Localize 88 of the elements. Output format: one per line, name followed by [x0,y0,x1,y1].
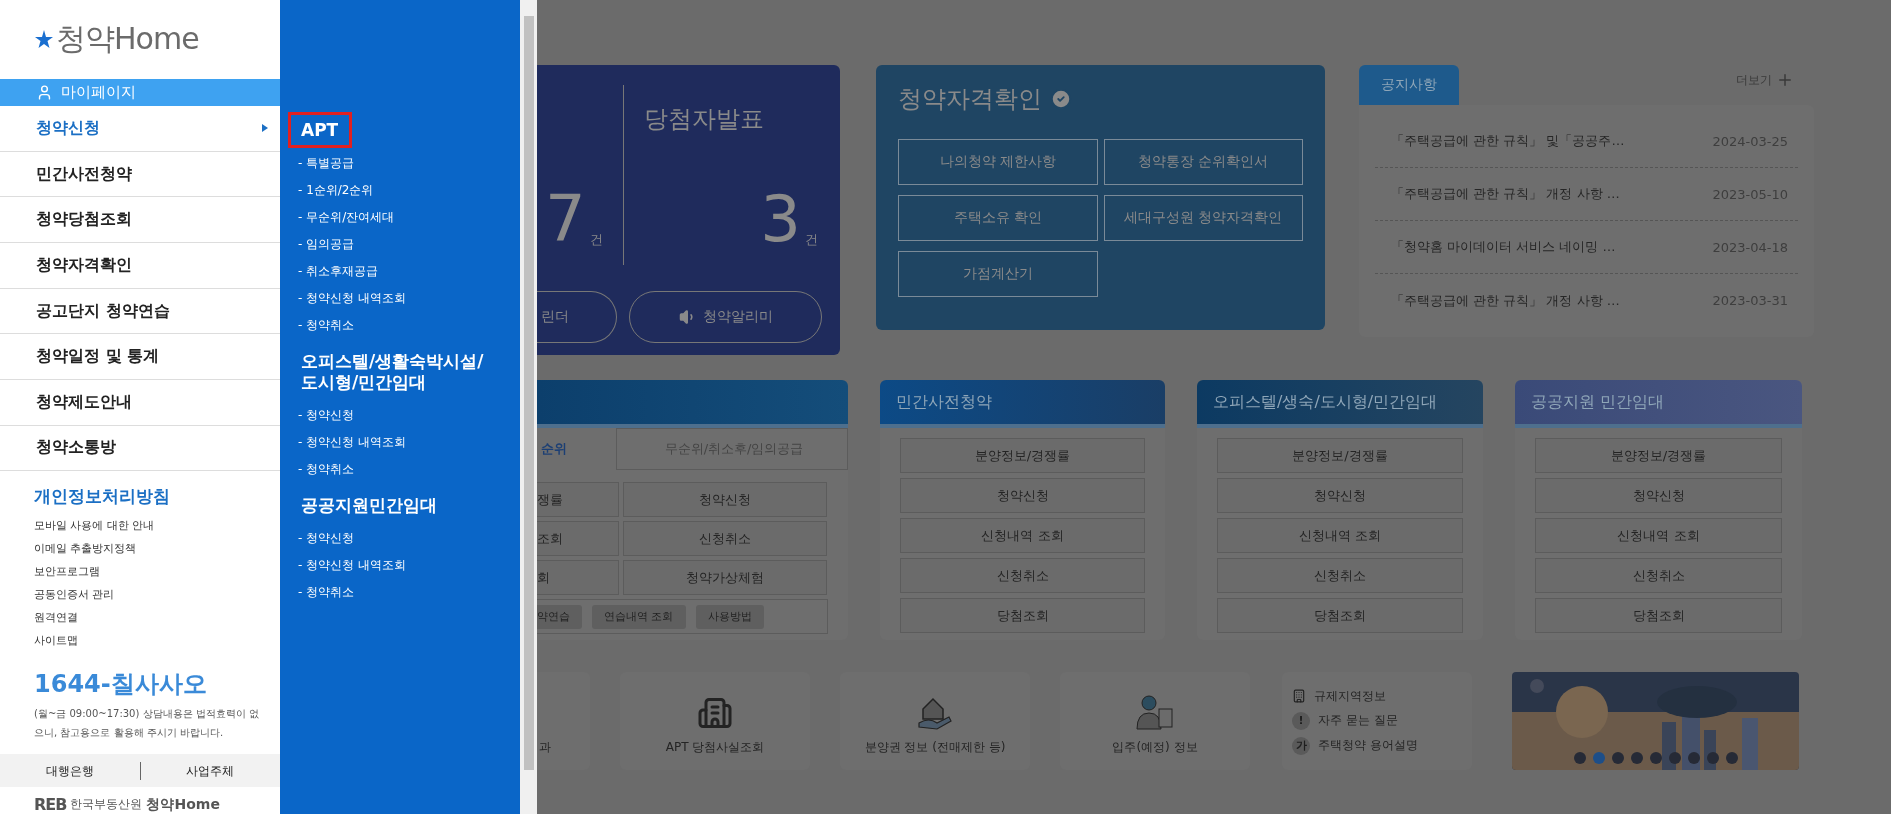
card-title: 공공지원 민간임대 [1531,391,1665,413]
caret-icon [262,124,268,133]
service-button[interactable]: 청약신청 [900,478,1145,513]
footer-link[interactable]: 보안프로그램 [34,560,280,584]
submenu-item[interactable]: - 특별공급 [298,150,520,177]
card-tab[interactable]: 순위 [537,428,617,470]
user-icon [36,84,53,102]
service-button[interactable]: 분양정보/경쟁률 [1217,438,1463,473]
submenu-item[interactable]: - 1순위/2순위 [298,177,520,204]
service-button[interactable]: 당첨조회 [1535,598,1782,633]
org-logo-mark: REB [34,795,67,814]
submenu-heading[interactable]: 오피스텔/생활숙박시설/ 도시형/민간임대 [288,343,498,400]
service-button[interactable]: 신청내역 조회 [900,518,1145,553]
service-button[interactable]: 분양정보/경쟁률 [1535,438,1782,473]
service-button[interactable]: 당첨조회 [900,598,1145,633]
building-icon [1292,689,1306,703]
practice-button[interactable]: 연습내역 조회 [592,604,686,629]
footer-tab[interactable]: 대행은행 [0,761,140,780]
card-title: 당첨자발표 [644,104,765,135]
practice-button[interactable]: 약연습 [537,604,582,629]
service-button[interactable]: 청약신청 [623,482,827,517]
submenu-item[interactable]: - 청약취소 [298,456,520,483]
service-button[interactable]: 당첨조회 [1217,598,1463,633]
card-title: 청약자격확인 [898,84,1042,115]
service-button[interactable]: 신청취소 [623,521,827,556]
footer-link[interactable]: 모바일 사용에 대한 안내 [34,514,280,538]
org-name: 한국부동산원 [70,796,143,813]
service-button[interactable]: 신청취소 [900,558,1145,593]
service-button[interactable]: 신청내역 조회 [1217,518,1463,553]
submenu-item[interactable]: - 청약신청 내역조회 [298,285,520,312]
eligibility-button[interactable]: 청약통장 순위확인서 [1103,139,1303,185]
card-title: 오피스텔/생숙/도시형/민간임대 [1213,391,1438,413]
footer-link[interactable]: 원격연결 [34,606,280,630]
footer-link[interactable]: 사이트맵 [34,629,280,653]
brand-name: 청약Home [146,795,220,814]
mypage-link[interactable]: 마이페이지 [0,79,280,107]
submenu-item[interactable]: - 청약취소 [298,579,520,606]
count-unit: 건 [589,231,603,249]
footer-link[interactable]: 공동인증서 관리 [34,583,280,607]
service-button[interactable]: 분양정보/경쟁률 [900,438,1145,473]
eligibility-button[interactable]: 가점계산기 [898,251,1098,297]
submenu-heading[interactable]: 공공지원민간임대 [288,487,451,523]
service-button[interactable]: 신청내역 조회 [1535,518,1782,553]
notice-tab[interactable]: 공지사항 [1359,65,1459,105]
card-title: 민간사전청약 [896,391,992,413]
hours-note: (월~금 09:00~17:30) 상담내용은 법적효력이 없으니, 참고용으로 활용해 주시기 바랍니다. [34,707,260,741]
info-link[interactable]: 자주 묻는 질문 [1318,712,1398,729]
notice-title[interactable]: 「주택공급에 관한 규칙」 개정 사항 … [1391,291,1620,310]
submenu-item[interactable]: - 취소후재공급 [298,258,520,285]
plus-icon [1776,71,1794,89]
count-number: 7 [545,189,586,249]
notice-title[interactable]: 「청약홈 마이데이터 서비스 네이밍 … [1391,238,1616,256]
count-unit: 건 [805,231,818,249]
info-link[interactable]: 규제지역정보 [1314,687,1386,705]
eligibility-button[interactable]: 나의청약 제한사항 [898,139,1098,185]
service-button[interactable]: 청약가상체험 [623,560,827,595]
practice-button[interactable]: 사용방법 [695,604,764,629]
submenu-item[interactable]: - 청약신청 내역조회 [298,552,520,579]
service-button[interactable]: 청약신청 [1535,478,1782,513]
service-button[interactable]: 회 [537,560,619,595]
info-link[interactable]: 주택청약 용어설명 [1318,737,1418,754]
eligibility-button[interactable]: 주택소유 확인 [898,195,1098,241]
eligibility-button[interactable]: 세대구성원 청약자격확인 [1103,195,1303,241]
submenu-item[interactable]: - 무순위/잔여세대 [298,204,520,231]
service-button[interactable]: 신청취소 [1535,558,1782,593]
service-button[interactable]: 조회 [537,521,619,556]
info-badge: ! [1292,711,1310,730]
building-icon [697,695,733,731]
footer-link[interactable]: 이메일 추출방지정책 [34,537,280,561]
submenu-item[interactable]: - 청약취소 [298,312,520,339]
scrollbar-thumb[interactable] [523,16,534,770]
privacy-policy-link[interactable]: 개인정보처리방침 [34,485,280,509]
notice-title[interactable]: 「주택공급에 관한 규칙」 개정 사항 … [1391,185,1620,203]
submenu-item[interactable]: - 청약신청 [298,525,520,552]
notice-title[interactable]: 「주택공급에 관한 규칙」 및「공공주… [1391,132,1625,150]
info-badge: 가 [1292,736,1310,755]
service-button[interactable]: 청약신청 [1217,478,1463,513]
submenu-item[interactable]: - 임의공급 [298,231,520,258]
logo-text[interactable]: 청약Home [56,19,199,61]
submenu-heading[interactable]: APT [288,112,353,148]
submenu-item[interactable]: - 청약신청 내역조회 [298,429,520,456]
check-icon [1050,88,1072,110]
submenu-item[interactable]: - 청약신청 [298,402,520,429]
service-button[interactable]: 쟁률 [537,482,619,517]
service-button[interactable]: 신청취소 [1217,558,1463,593]
count-number: 3 [760,189,801,249]
phone-number: 1644-칠사사오 [34,669,208,701]
person-with-document-icon [1135,693,1175,731]
